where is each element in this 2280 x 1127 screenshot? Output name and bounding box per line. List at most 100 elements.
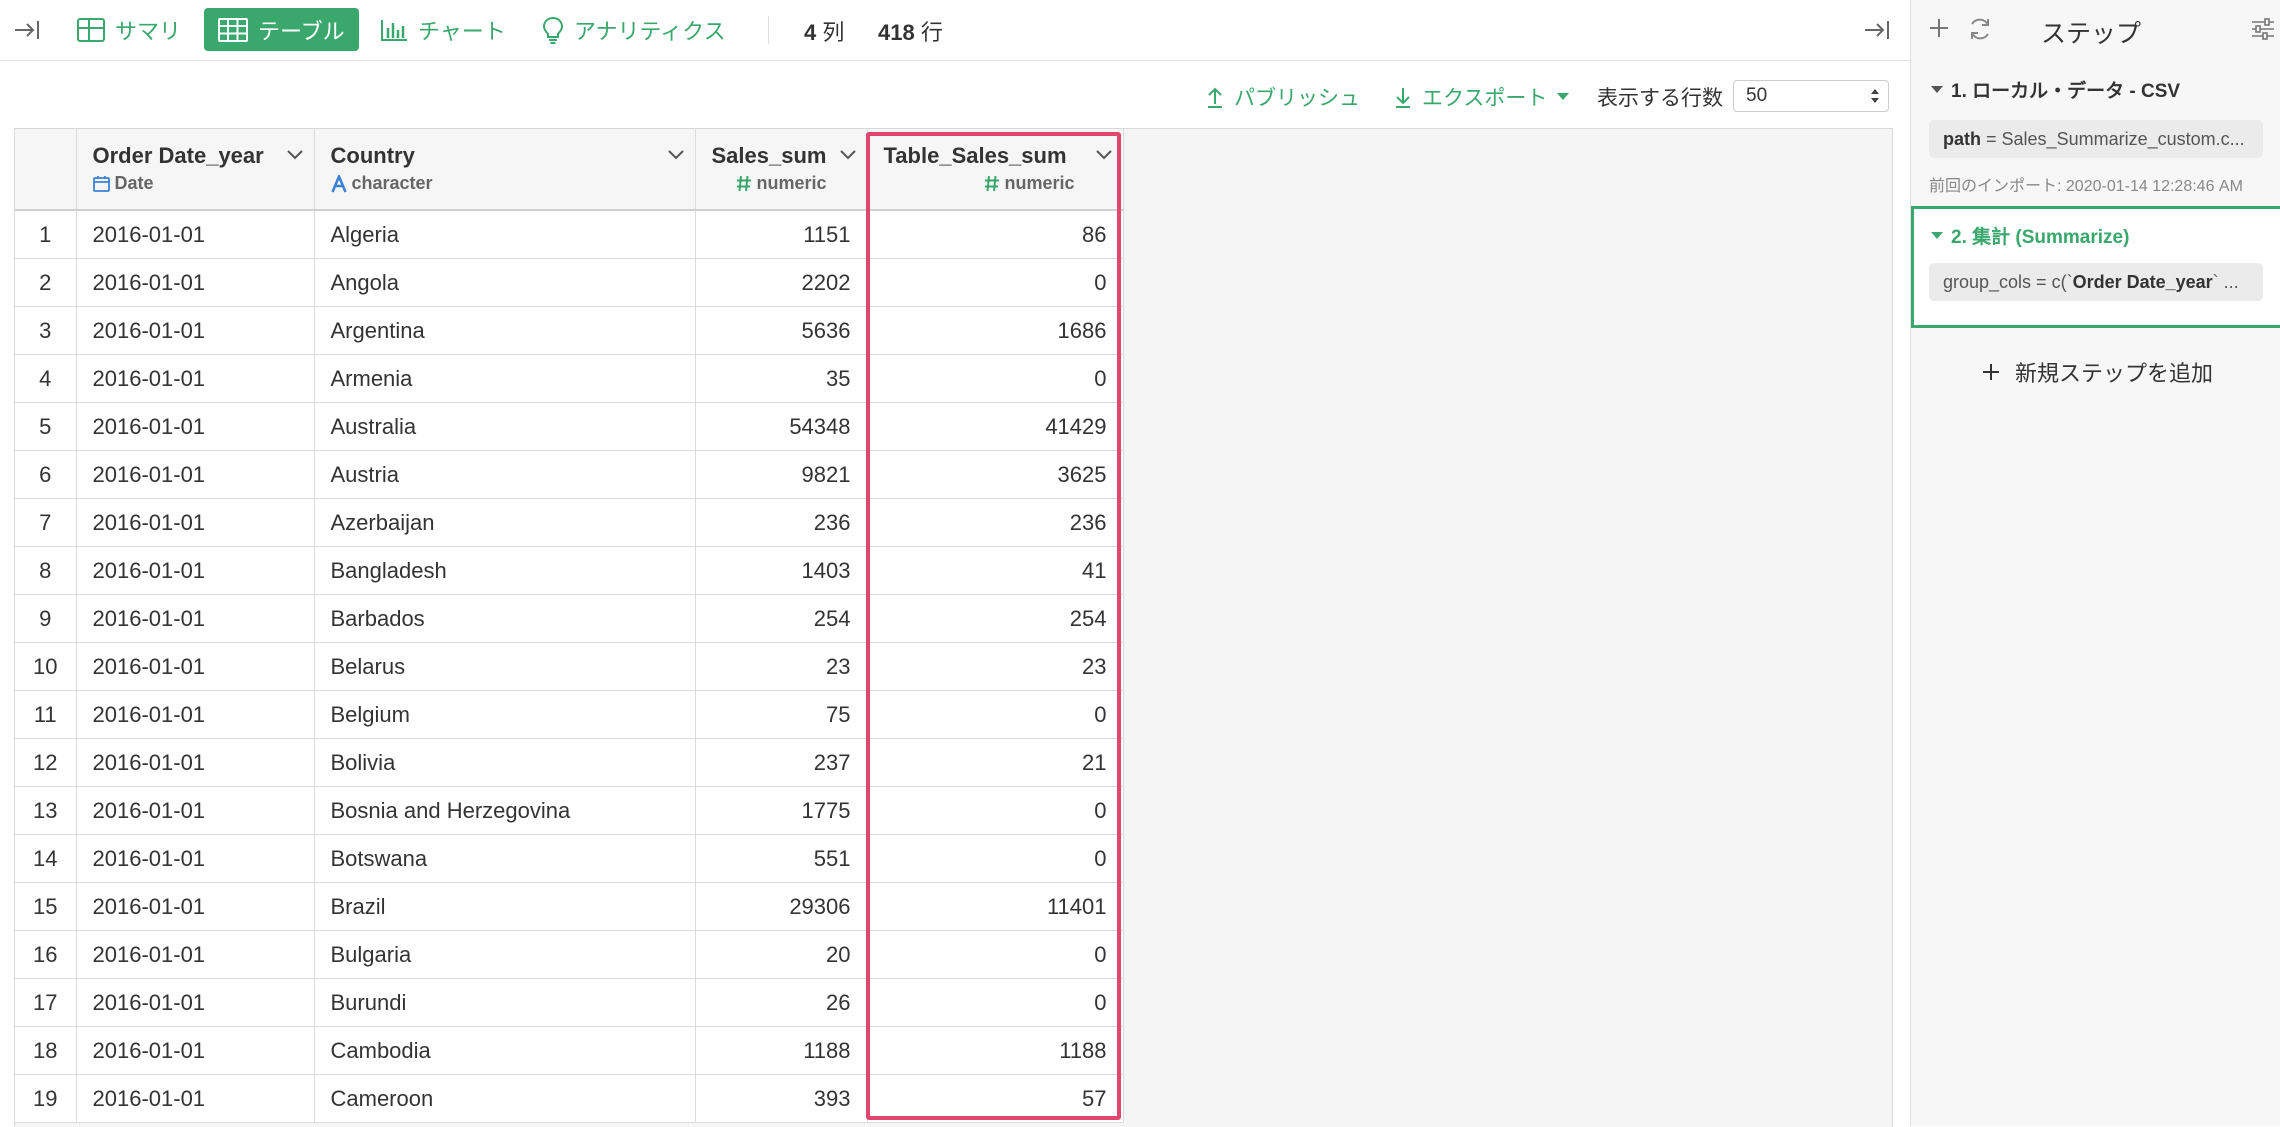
select-arrows-icon	[1870, 86, 1880, 106]
column-type: character	[330, 173, 433, 194]
table-sales-sum-cell: 41429	[867, 402, 1124, 451]
row-number-cell: 16	[15, 930, 77, 979]
country-cell: Burundi	[314, 978, 696, 1027]
table-sales-sum-cell: 57	[867, 1074, 1124, 1123]
table-row: 6 2016-01-01 Austria 9821 3625	[15, 450, 1124, 499]
country-cell: Bangladesh	[314, 546, 696, 595]
upload-icon	[1206, 86, 1224, 108]
row-number-cell: 3	[15, 306, 77, 355]
order-date-year-cell: 2016-01-01	[76, 498, 315, 547]
column-name: Order Date_year	[92, 143, 264, 168]
order-date-year-cell: 2016-01-01	[76, 690, 315, 739]
country-cell: Barbados	[314, 594, 696, 643]
panel-title: ステップ	[2041, 20, 2142, 48]
table-sales-sum-cell: 11401	[867, 882, 1124, 931]
country-cell: Bosnia and Herzegovina	[314, 786, 696, 835]
column-header-order-date-year[interactable]: Order Date_year Date	[76, 129, 315, 211]
table-row: 8 2016-01-01 Bangladesh 1403 41	[15, 546, 1124, 595]
row-number-cell: 11	[15, 690, 77, 739]
publish-button[interactable]: パブリッシュ	[1206, 78, 1360, 116]
column-menu-chevron-icon[interactable]	[667, 149, 685, 161]
country-cell: Austria	[314, 450, 696, 499]
tab-summary[interactable]: サマリ	[63, 8, 195, 51]
settings-sliders-icon[interactable]	[2251, 18, 2275, 40]
row-number-cell: 2	[15, 258, 77, 307]
lightbulb-icon	[542, 16, 564, 44]
column-menu-chevron-icon[interactable]	[1095, 149, 1113, 161]
table-row: 11 2016-01-01 Belgium 75 0	[15, 690, 1124, 739]
column-header-sales-sum[interactable]: Sales_sum numeric	[695, 129, 868, 211]
column-menu-chevron-icon[interactable]	[286, 149, 304, 161]
add-step-label: 新規ステップを追加	[2015, 361, 2214, 386]
step-2-header[interactable]: 2. 集計 (Summarize)	[1931, 222, 2129, 249]
row-count: 418 行	[878, 20, 943, 45]
row-number-cell: 10	[15, 642, 77, 691]
tab-chart[interactable]: チャート	[366, 8, 520, 51]
column-type: numeric	[984, 173, 1075, 194]
collapse-right-icon[interactable]	[1862, 16, 1892, 44]
column-header-table-sales-sum[interactable]: Table_Sales_sum numeric	[867, 129, 1124, 211]
table-row: 4 2016-01-01 Armenia 35 0	[15, 354, 1124, 403]
country-cell: Angola	[314, 258, 696, 307]
add-icon[interactable]	[1927, 16, 1951, 40]
refresh-icon[interactable]	[1967, 16, 1993, 42]
order-date-year-cell: 2016-01-01	[76, 786, 315, 835]
step-1-title: 1. ローカル・データ - CSV	[1951, 81, 2181, 102]
table-row: 19 2016-01-01 Cameroon 393 57	[15, 1074, 1124, 1123]
row-number-cell: 4	[15, 354, 77, 403]
country-cell: Australia	[314, 402, 696, 451]
rows-to-display-select[interactable]: 50	[1733, 80, 1889, 112]
tab-analytics[interactable]: アナリティクス	[528, 8, 740, 51]
row-number-cell: 1	[15, 210, 77, 259]
row-number-header	[15, 129, 77, 211]
table-sales-sum-cell: 0	[867, 690, 1124, 739]
hash-icon	[984, 175, 1000, 192]
row-number-cell: 9	[15, 594, 77, 643]
row-number-cell: 13	[15, 786, 77, 835]
table-sales-sum-cell: 41	[867, 546, 1124, 595]
table-body: 1 2016-01-01 Algeria 1151 86 2 2016-01-01 Angol…	[15, 210, 1124, 1123]
column-type: numeric	[736, 173, 827, 194]
order-date-year-cell: 2016-01-01	[76, 882, 315, 931]
table-row: 9 2016-01-01 Barbados 254 254	[15, 594, 1124, 643]
top-toolbar: サマリ テーブル チャート アナリティクス 4 列 418 行	[0, 0, 1910, 61]
sales-sum-cell: 237	[695, 738, 868, 787]
tab-chart-label: チャート	[418, 18, 506, 44]
country-cell: Cambodia	[314, 1026, 696, 1075]
caret-down-icon	[1931, 85, 1943, 94]
table-sales-sum-cell: 0	[867, 930, 1124, 979]
country-cell: Belarus	[314, 642, 696, 691]
country-cell: Azerbaijan	[314, 498, 696, 547]
order-date-year-cell: 2016-01-01	[76, 450, 315, 499]
table-row: 2 2016-01-01 Angola 2202 0	[15, 258, 1124, 307]
table-icon	[218, 17, 248, 42]
step-2-parameter[interactable]: group_cols = c(` Order Date_year ` ...	[1929, 263, 2263, 301]
column-header-country[interactable]: Country character	[314, 129, 696, 211]
toolbar-divider	[768, 16, 769, 44]
sales-sum-cell: 9821	[695, 450, 868, 499]
step-1-parameter[interactable]: path = Sales_Summarize_custom.c...	[1929, 120, 2263, 158]
country-cell: Bolivia	[314, 738, 696, 787]
order-date-year-cell: 2016-01-01	[76, 1074, 315, 1123]
tab-table[interactable]: テーブル	[204, 8, 359, 51]
order-date-year-cell: 2016-01-01	[76, 738, 315, 787]
action-bar: パブリッシュ エクスポート 表示する行数 50	[0, 78, 1910, 116]
row-number-cell: 17	[15, 978, 77, 1027]
export-button[interactable]: エクスポート	[1394, 78, 1570, 116]
table-sales-sum-cell: 0	[867, 258, 1124, 307]
rows-to-display-value: 50	[1746, 85, 1768, 106]
sales-sum-cell: 2202	[695, 258, 868, 307]
country-cell: Cameroon	[314, 1074, 696, 1123]
table-header-row: Order Date_year Date Country character S…	[15, 129, 1124, 211]
collapse-left-icon[interactable]	[12, 16, 42, 44]
column-count: 4 列	[804, 20, 845, 45]
step-1-header[interactable]: 1. ローカル・データ - CSV	[1931, 76, 2180, 103]
step-1-last-import: 前回のインポート: 2020-01-14 12:28:46 AM	[1929, 178, 2243, 195]
column-menu-chevron-icon[interactable]	[839, 149, 857, 161]
character-type-icon	[330, 174, 347, 193]
sales-sum-cell: 236	[695, 498, 868, 547]
sales-sum-cell: 35	[695, 354, 868, 403]
sales-sum-cell: 254	[695, 594, 868, 643]
add-new-step-button[interactable]: 新規ステップを追加	[1981, 356, 2213, 388]
column-name: Sales_sum	[711, 143, 827, 168]
